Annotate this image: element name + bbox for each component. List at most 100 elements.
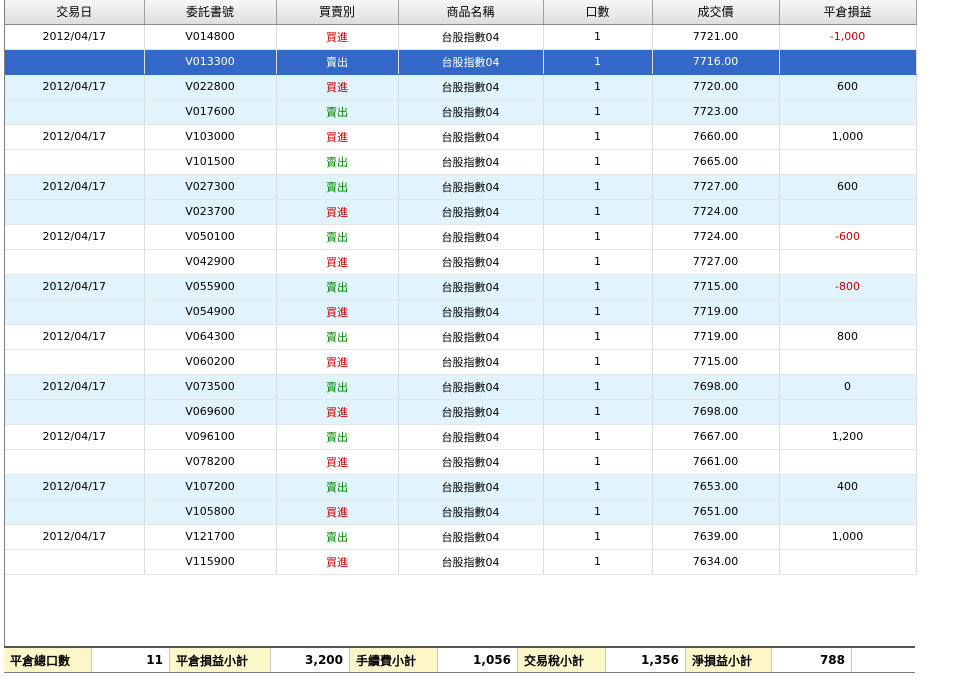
cell-product: 台股指數04	[398, 224, 544, 250]
table-row[interactable]: V023700 買進 台股指數04 1 7724.00	[5, 199, 917, 225]
cell-close-pnl: 600	[779, 174, 917, 200]
col-header-price[interactable]: 成交價	[652, 0, 780, 25]
cell-order-no: V069600	[144, 399, 277, 425]
cell-close-pnl: 0	[779, 374, 917, 400]
cell-qty: 1	[543, 274, 653, 300]
cell-qty: 1	[543, 524, 653, 550]
table-row[interactable]: V078200 買進 台股指數04 1 7661.00	[5, 449, 917, 475]
cell-trade-date: 2012/04/17	[5, 474, 145, 500]
cell-order-no: V050100	[144, 224, 277, 250]
cell-order-no: V014800	[144, 24, 277, 50]
cell-order-no: V042900	[144, 249, 277, 275]
cell-trade-date: 2012/04/17	[5, 174, 145, 200]
pnl-subtotal-label: 平倉損益小計	[170, 648, 271, 672]
cell-product: 台股指數04	[398, 249, 544, 275]
cell-close-pnl	[779, 349, 917, 375]
cell-price: 7723.00	[652, 99, 780, 125]
cell-side: 買進	[276, 549, 399, 575]
cell-qty: 1	[543, 74, 653, 100]
table-row[interactable]: 2012/04/17 V027300 賣出 台股指數04 1 7727.00 600	[5, 174, 917, 200]
cell-product: 台股指數04	[398, 49, 544, 75]
cell-price: 7667.00	[652, 424, 780, 450]
cell-trade-date	[5, 99, 145, 125]
table-row[interactable]: 2012/04/17 V073500 賣出 台股指數04 1 7698.00 0	[5, 374, 917, 400]
table-row[interactable]: V017600 賣出 台股指數04 1 7723.00	[5, 99, 917, 125]
table-row[interactable]: 2012/04/17 V014800 買進 台股指數04 1 7721.00 -1,000	[5, 24, 917, 50]
cell-close-pnl: -800	[779, 274, 917, 300]
net-pnl-label: 淨損益小計	[686, 648, 772, 672]
table-row[interactable]: V054900 買進 台股指數04 1 7719.00	[5, 299, 917, 325]
table-row[interactable]: 2012/04/17 V107200 賣出 台股指數04 1 7653.00 400	[5, 474, 917, 500]
table-row[interactable]: 2012/04/17 V103000 買進 台股指數04 1 7660.00 1,000	[5, 124, 917, 150]
cell-order-no: V107200	[144, 474, 277, 500]
cell-product: 台股指數04	[398, 174, 544, 200]
cell-product: 台股指數04	[398, 324, 544, 350]
cell-trade-date: 2012/04/17	[5, 24, 145, 50]
table-row[interactable]: 2012/04/17 V022800 買進 台股指數04 1 7720.00 600	[5, 74, 917, 100]
cell-qty: 1	[543, 549, 653, 575]
cell-trade-date	[5, 549, 145, 575]
cell-product: 台股指數04	[398, 549, 544, 575]
cell-price: 7698.00	[652, 399, 780, 425]
cell-qty: 1	[543, 474, 653, 500]
cell-close-pnl	[779, 399, 917, 425]
trade-table: 交易日 委託書號 買賣別 商品名稱 口數 成交價 平倉損益 2012/04/17…	[5, 0, 917, 575]
cell-price: 7724.00	[652, 199, 780, 225]
cell-qty: 1	[543, 124, 653, 150]
table-row[interactable]: V115900 買進 台股指數04 1 7634.00	[5, 549, 917, 575]
cell-qty: 1	[543, 174, 653, 200]
table-row[interactable]: V069600 買進 台股指數04 1 7698.00	[5, 399, 917, 425]
cell-product: 台股指數04	[398, 374, 544, 400]
table-row[interactable]: V013300 賣出 台股指數04 1 7716.00	[5, 49, 917, 75]
cell-close-pnl: -1,000	[779, 24, 917, 50]
col-header-order-no[interactable]: 委託書號	[144, 0, 277, 25]
cell-qty: 1	[543, 449, 653, 475]
table-row[interactable]: V060200 買進 台股指數04 1 7715.00	[5, 349, 917, 375]
cell-trade-date	[5, 349, 145, 375]
net-pnl-value: 788	[772, 648, 852, 672]
col-header-product[interactable]: 商品名稱	[398, 0, 544, 25]
cell-price: 7634.00	[652, 549, 780, 575]
cell-close-pnl: -600	[779, 224, 917, 250]
table-row[interactable]: V105800 買進 台股指數04 1 7651.00	[5, 499, 917, 525]
cell-order-no: V055900	[144, 274, 277, 300]
table-row[interactable]: V042900 買進 台股指數04 1 7727.00	[5, 249, 917, 275]
cell-trade-date	[5, 249, 145, 275]
cell-price: 7724.00	[652, 224, 780, 250]
cell-side: 買進	[276, 124, 399, 150]
table-row[interactable]: 2012/04/17 V064300 賣出 台股指數04 1 7719.00 800	[5, 324, 917, 350]
cell-order-no: V017600	[144, 99, 277, 125]
table-row[interactable]: 2012/04/17 V096100 賣出 台股指數04 1 7667.00 1,200	[5, 424, 917, 450]
col-header-trade-date[interactable]: 交易日	[5, 0, 145, 25]
cell-side: 買進	[276, 74, 399, 100]
cell-price: 7727.00	[652, 174, 780, 200]
cell-order-no: V115900	[144, 549, 277, 575]
fee-subtotal-label: 手續費小計	[350, 648, 438, 672]
cell-close-pnl	[779, 49, 917, 75]
cell-product: 台股指數04	[398, 99, 544, 125]
cell-side: 買進	[276, 449, 399, 475]
total-lots-value: 11	[92, 648, 170, 672]
table-row[interactable]: 2012/04/17 V055900 賣出 台股指數04 1 7715.00 -800	[5, 274, 917, 300]
cell-side: 賣出	[276, 149, 399, 175]
cell-side: 賣出	[276, 524, 399, 550]
cell-price: 7715.00	[652, 274, 780, 300]
fee-subtotal-value: 1,056	[438, 648, 518, 672]
cell-price: 7698.00	[652, 374, 780, 400]
cell-trade-date	[5, 199, 145, 225]
col-header-qty[interactable]: 口數	[543, 0, 653, 25]
cell-trade-date: 2012/04/17	[5, 274, 145, 300]
cell-close-pnl: 1,000	[779, 124, 917, 150]
tax-subtotal-label: 交易稅小計	[518, 648, 606, 672]
table-row[interactable]: V101500 賣出 台股指數04 1 7665.00	[5, 149, 917, 175]
cell-price: 7661.00	[652, 449, 780, 475]
col-header-close-pnl[interactable]: 平倉損益	[779, 0, 917, 25]
cell-price: 7639.00	[652, 524, 780, 550]
cell-close-pnl	[779, 99, 917, 125]
table-row[interactable]: 2012/04/17 V050100 賣出 台股指數04 1 7724.00 -600	[5, 224, 917, 250]
table-row[interactable]: 2012/04/17 V121700 賣出 台股指數04 1 7639.00 1,000	[5, 524, 917, 550]
col-header-side[interactable]: 買賣別	[276, 0, 399, 25]
cell-qty: 1	[543, 299, 653, 325]
cell-qty: 1	[543, 499, 653, 525]
cell-price: 7716.00	[652, 49, 780, 75]
